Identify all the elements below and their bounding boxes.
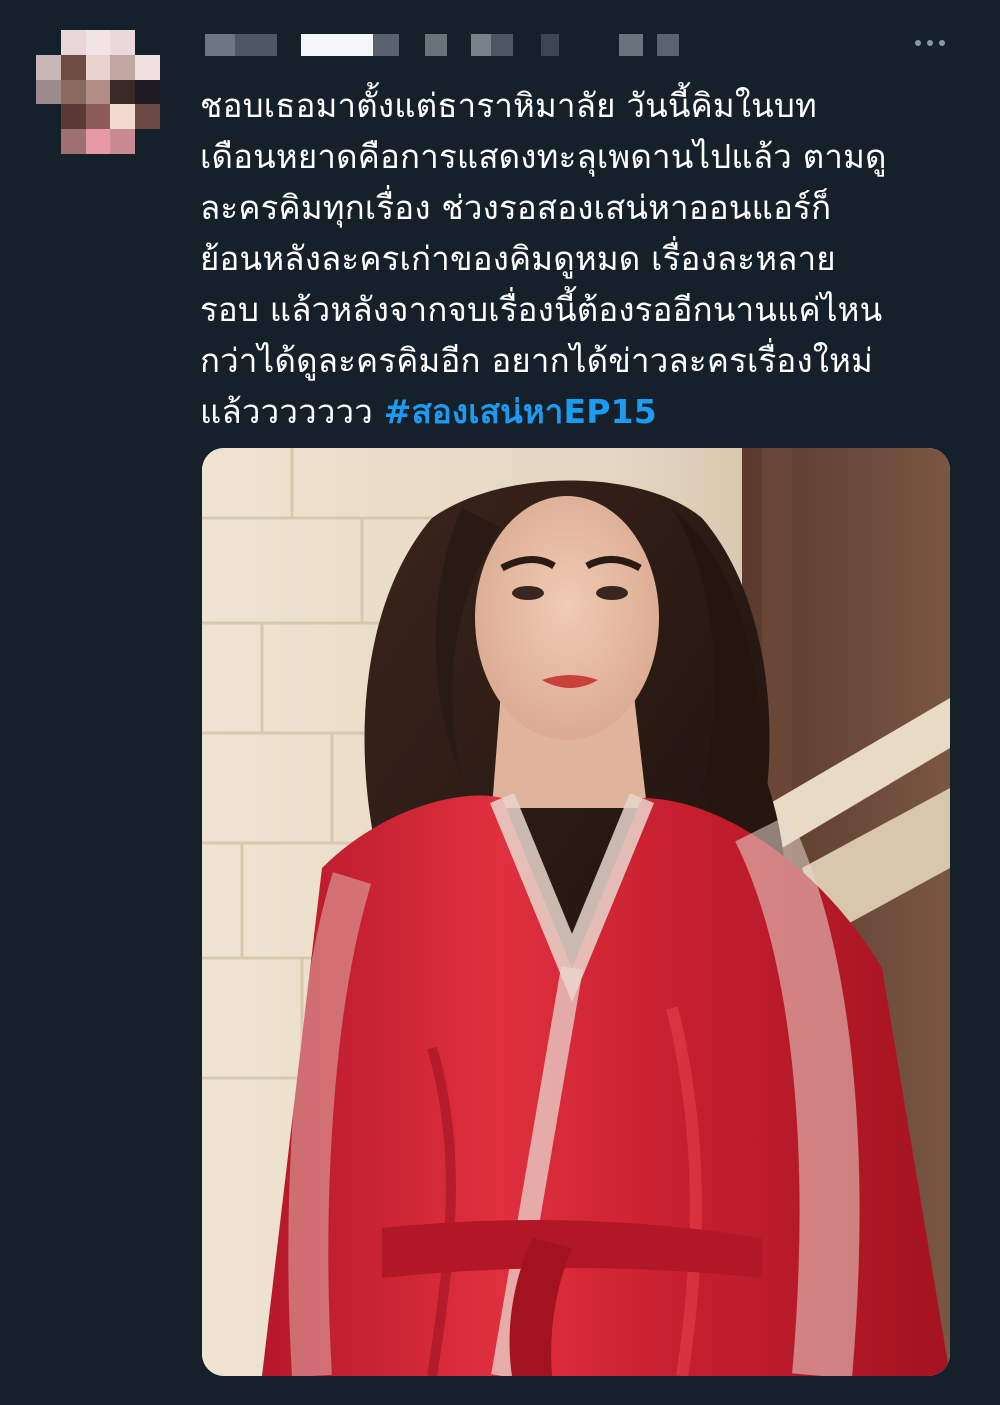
tweet-photo[interactable] xyxy=(202,448,950,1376)
tweet-text-line: ย้อนหลังละครเก่าของคิมดูหมด เรื่องละหลาย xyxy=(200,239,836,278)
tweet-text-line: ละครคิมทุกเรื่อง ช่วงรอสองเสน่หาออนแอร์ก… xyxy=(200,188,832,227)
tweet-text-line: กว่าได้ดูละครคิมอีก อยากได้ข่าวละครเรื่อ… xyxy=(200,341,873,380)
photo-woman-red-robe xyxy=(202,448,950,1376)
more-options-button[interactable] xyxy=(910,28,950,58)
hashtag-link[interactable]: #สองเสน่หาEP15 xyxy=(384,392,657,431)
tweet-text-last-line: แล้ววววววว #สองเสน่หาEP15 xyxy=(200,386,960,437)
tweet-text-line: แล้ววววววว xyxy=(200,392,374,431)
tweet-card: ชอบเธอมาตั้งแต่ธาราหิมาลัย วันนี้คิมในบท… xyxy=(0,0,1000,1405)
tweet-text: ชอบเธอมาตั้งแต่ธาราหิมาลัย วันนี้คิมในบท… xyxy=(200,80,960,437)
more-horizontal-icon xyxy=(915,40,921,46)
avatar[interactable] xyxy=(36,30,160,154)
tweet-text-line: ชอบเธอมาตั้งแต่ธาราหิมาลัย วันนี้คิมในบท xyxy=(200,86,817,125)
tweet-text-line: รอบ แล้วหลังจากจบเรื่องนี้ต้องรออีกนานแค… xyxy=(200,290,883,329)
tweet-text-line: เดือนหยาดคือการแสดงทะลุเพดานไปแล้ว ตามดู xyxy=(200,137,887,176)
censored-author-name[interactable] xyxy=(205,34,679,56)
